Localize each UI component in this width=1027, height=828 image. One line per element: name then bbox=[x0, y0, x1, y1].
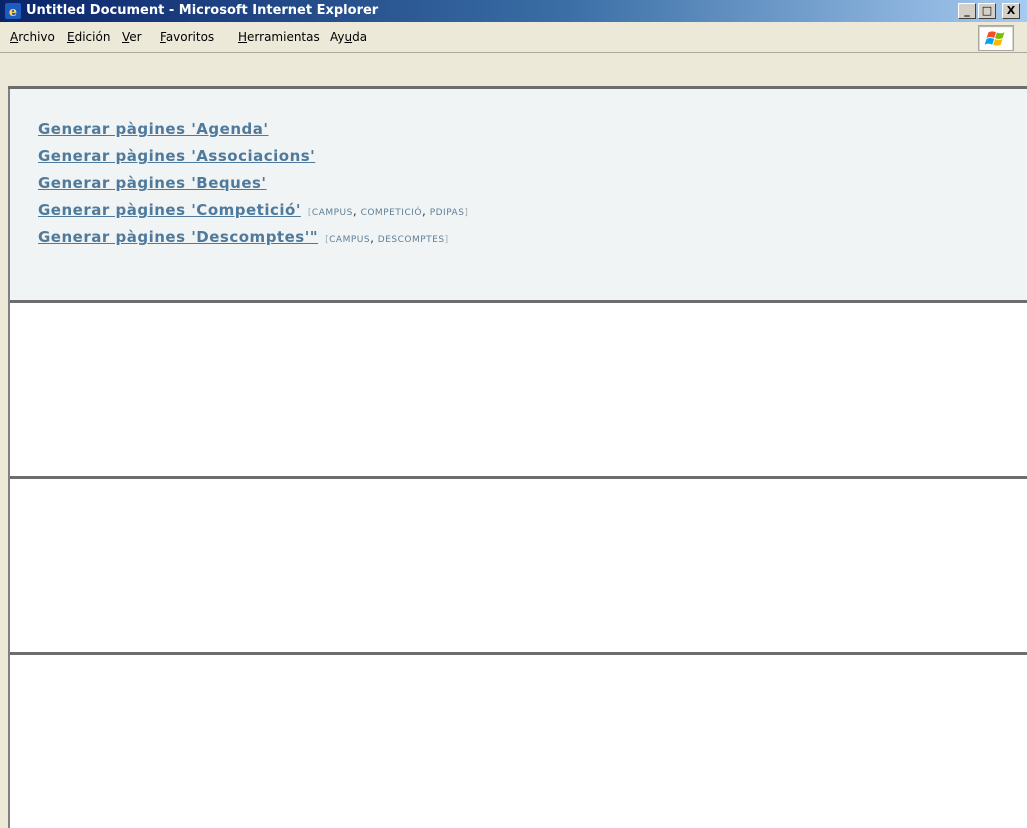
windows-logo-icon bbox=[978, 25, 1014, 51]
list-item: Generar pàgines 'Associacions' bbox=[38, 147, 468, 174]
menu-edicion-accel: E bbox=[67, 30, 75, 44]
menu-ayuda[interactable]: Ayuda bbox=[330, 30, 367, 44]
generar-associacions-link[interactable]: Generar pàgines 'Associacions' bbox=[38, 147, 315, 165]
frame-empty-3 bbox=[10, 479, 1027, 655]
generar-agenda-link[interactable]: Generar pàgines 'Agenda' bbox=[38, 120, 268, 138]
menu-herramientas-label: erramientas bbox=[247, 30, 320, 44]
window-title: Untitled Document - Microsoft Internet E… bbox=[26, 3, 379, 18]
menu-edicion[interactable]: Edición bbox=[67, 30, 110, 44]
close-button[interactable]: X bbox=[1002, 3, 1020, 19]
menu-herramientas[interactable]: Herramientas bbox=[238, 30, 320, 44]
tag-descomptes-link[interactable]: descomptes bbox=[378, 235, 445, 245]
internet-explorer-icon: e bbox=[5, 3, 21, 19]
menu-favoritos[interactable]: Favoritos bbox=[160, 30, 214, 44]
svg-text:e: e bbox=[9, 5, 17, 19]
list-item: Generar pàgines 'Agenda' bbox=[38, 120, 468, 147]
minimize-button[interactable]: _ bbox=[958, 3, 976, 19]
list-item: Generar pàgines 'Descomptes'" [campus, d… bbox=[38, 228, 468, 255]
menu-ayuda-pre: Ay bbox=[330, 30, 345, 44]
maximize-button[interactable]: □ bbox=[978, 3, 996, 19]
competicio-tags: [campus, competició, pdipas] bbox=[308, 204, 469, 218]
tag-close: ] bbox=[444, 235, 449, 245]
tag-separator: , bbox=[370, 231, 375, 245]
menu-ver[interactable]: Ver bbox=[122, 30, 142, 44]
menu-archivo-label: rchivo bbox=[18, 30, 55, 44]
tag-separator: , bbox=[352, 204, 358, 218]
tag-close: ] bbox=[464, 208, 469, 218]
tag-competicio-link[interactable]: competició bbox=[361, 208, 422, 218]
tag-campus-link[interactable]: campus bbox=[329, 235, 370, 245]
menu-bar: Archivo Edición Ver Favoritos Herramient… bbox=[0, 22, 1027, 53]
generar-descomptes-link[interactable]: Generar pàgines 'Descomptes'" bbox=[38, 228, 318, 246]
list-item: Generar pàgines 'Competició' [campus, co… bbox=[38, 201, 468, 228]
title-bar: e Untitled Document - Microsoft Internet… bbox=[0, 0, 1027, 22]
list-item: Generar pàgines 'Beques' bbox=[38, 174, 468, 201]
browser-viewport: Generar pàgines 'Agenda' Generar pàgines… bbox=[8, 89, 1027, 828]
generar-beques-link[interactable]: Generar pàgines 'Beques' bbox=[38, 174, 267, 192]
menu-favoritos-label: avoritos bbox=[165, 30, 215, 44]
generar-competicio-link[interactable]: Generar pàgines 'Competició' bbox=[38, 201, 301, 219]
frame-empty-4 bbox=[10, 655, 1027, 828]
tag-separator: , bbox=[421, 204, 427, 218]
frame-links: Generar pàgines 'Agenda' Generar pàgines… bbox=[10, 89, 1027, 303]
menu-ayuda-label: da bbox=[352, 30, 368, 44]
link-list: Generar pàgines 'Agenda' Generar pàgines… bbox=[38, 120, 468, 255]
menu-ayuda-accel: u bbox=[344, 30, 353, 44]
menu-edicion-label: dición bbox=[74, 30, 111, 44]
tag-pdipas-link[interactable]: pdipas bbox=[430, 208, 465, 218]
menu-archivo-accel: A bbox=[10, 30, 19, 44]
menu-archivo[interactable]: Archivo bbox=[10, 30, 55, 44]
tag-campus-link[interactable]: campus bbox=[312, 208, 353, 218]
descomptes-tags: [campus, descomptes] bbox=[325, 231, 448, 245]
frame-empty-2 bbox=[10, 303, 1027, 479]
menu-herramientas-accel: H bbox=[238, 30, 248, 44]
menu-ver-label: er bbox=[129, 30, 142, 44]
